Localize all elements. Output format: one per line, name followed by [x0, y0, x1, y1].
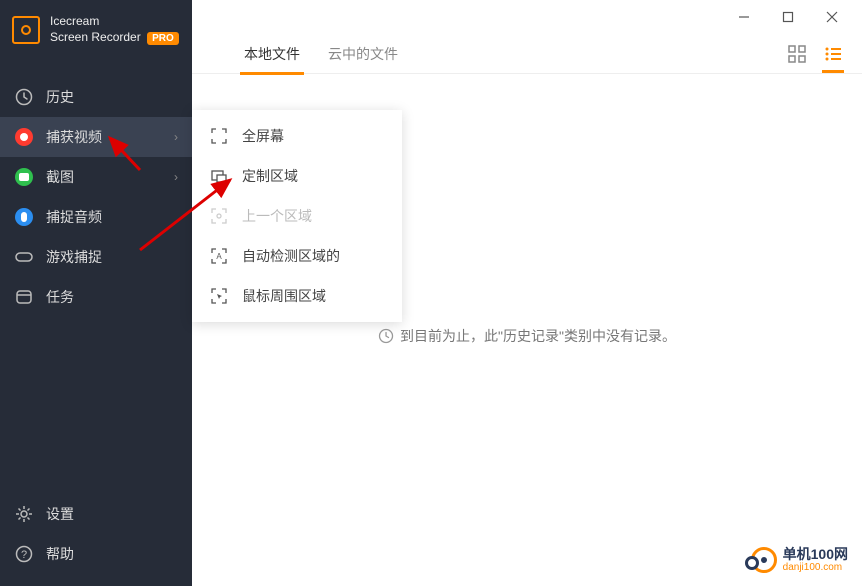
camera-icon — [14, 167, 34, 187]
sidebar-item-label: 游戏捕捉 — [46, 247, 102, 267]
sidebar-item-tasks[interactable]: 任务 — [0, 277, 192, 317]
chevron-right-icon: › — [174, 130, 178, 144]
sidebar-item-label: 任务 — [46, 287, 74, 307]
around-mouse-icon — [210, 287, 228, 305]
minimize-button[interactable] — [722, 2, 766, 32]
gamepad-icon — [14, 247, 34, 267]
tab-local-files[interactable]: 本地文件 — [230, 34, 314, 74]
empty-state-message: 到目前为止，此"历史记录"类别中没有记录。 — [378, 326, 676, 346]
record-icon — [14, 127, 34, 147]
tabs-bar: 本地文件 云中的文件 — [192, 34, 862, 74]
sidebar-item-label: 历史 — [46, 87, 74, 107]
watermark-line1: 单机100网 — [783, 547, 848, 562]
sidebar: Icecream Screen Recorder PRO 历史 捕获视频 › 截… — [0, 0, 192, 586]
tab-label: 本地文件 — [244, 44, 300, 64]
submenu-label: 自动检测区域的 — [242, 246, 340, 266]
close-button[interactable] — [810, 2, 854, 32]
submenu-last-area: 上一个区域 — [192, 196, 402, 236]
submenu-custom-area[interactable]: 定制区域 — [192, 156, 402, 196]
tasks-icon — [14, 287, 34, 307]
app-logo-icon — [12, 16, 40, 44]
watermark-text: 单机100网 danji100.com — [783, 547, 848, 573]
capture-video-submenu: 全屏幕 定制区域 上一个区域 A 自动检测区域的 鼠标周围区域 — [192, 110, 402, 322]
tab-label: 云中的文件 — [328, 44, 398, 64]
app-logo-area: Icecream Screen Recorder PRO — [0, 0, 192, 59]
sidebar-item-game-capture[interactable]: 游戏捕捉 — [0, 237, 192, 277]
watermark-icon — [745, 544, 777, 576]
svg-text:A: A — [216, 252, 222, 261]
svg-text:?: ? — [21, 549, 27, 561]
sidebar-item-capture-audio[interactable]: 捕捉音频 — [0, 197, 192, 237]
bottom-nav: 设置 ? 帮助 — [0, 494, 192, 586]
sidebar-item-label: 捕获视频 — [46, 127, 102, 147]
fullscreen-icon — [210, 127, 228, 145]
clock-icon — [378, 328, 394, 344]
submenu-fullscreen[interactable]: 全屏幕 — [192, 116, 402, 156]
help-icon: ? — [14, 544, 34, 564]
custom-area-icon — [210, 167, 228, 185]
sidebar-item-help[interactable]: ? 帮助 — [0, 534, 192, 574]
history-icon — [14, 87, 34, 107]
sidebar-item-capture-video[interactable]: 捕获视频 › — [0, 117, 192, 157]
submenu-auto-detect[interactable]: A 自动检测区域的 — [192, 236, 402, 276]
sidebar-item-settings[interactable]: 设置 — [0, 494, 192, 534]
chevron-right-icon: › — [174, 170, 178, 184]
sidebar-item-label: 截图 — [46, 167, 74, 187]
sidebar-item-history[interactable]: 历史 — [0, 77, 192, 117]
maximize-button[interactable] — [766, 2, 810, 32]
submenu-label: 定制区域 — [242, 166, 298, 186]
submenu-label: 鼠标周围区域 — [242, 286, 326, 306]
sidebar-item-label: 捕捉音频 — [46, 207, 102, 227]
sidebar-item-label: 帮助 — [46, 544, 74, 564]
auto-detect-icon: A — [210, 247, 228, 265]
pro-badge: PRO — [147, 32, 179, 45]
submenu-around-mouse[interactable]: 鼠标周围区域 — [192, 276, 402, 316]
sidebar-item-label: 设置 — [46, 504, 74, 524]
submenu-label: 全屏幕 — [242, 126, 284, 146]
app-name-line2: Screen Recorder PRO — [50, 30, 179, 46]
gear-icon — [14, 504, 34, 524]
grid-view-button[interactable] — [788, 45, 806, 63]
titlebar — [192, 0, 862, 34]
list-view-button[interactable] — [824, 45, 842, 63]
watermark-line2: danji100.com — [783, 562, 848, 573]
sidebar-item-screenshot[interactable]: 截图 › — [0, 157, 192, 197]
app-name-line1: Icecream — [50, 14, 179, 30]
last-area-icon — [210, 207, 228, 225]
submenu-label: 上一个区域 — [242, 206, 312, 226]
watermark: 单机100网 danji100.com — [745, 544, 848, 576]
microphone-icon — [14, 207, 34, 227]
empty-text: 到目前为止，此"历史记录"类别中没有记录。 — [400, 326, 676, 346]
tab-cloud-files[interactable]: 云中的文件 — [314, 34, 412, 74]
nav-list: 历史 捕获视频 › 截图 › 捕捉音频 游戏捕捉 — [0, 77, 192, 494]
app-title: Icecream Screen Recorder PRO — [50, 14, 179, 45]
view-toggles — [788, 45, 842, 63]
